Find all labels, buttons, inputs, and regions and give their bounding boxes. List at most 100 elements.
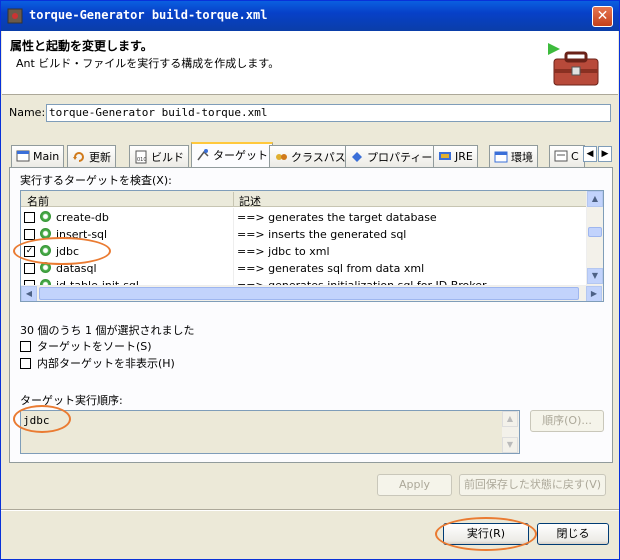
tab-label: クラスパス [291,151,346,164]
tab-label: プロパティー [367,151,433,164]
order-button[interactable]: 順序(O)... [530,410,604,432]
tab-classpath[interactable]: クラスパス [269,145,351,167]
classpath-icon [276,154,287,160]
tab-targets[interactable]: ターゲット [191,142,273,168]
target-name: jdbc [56,245,80,258]
table-horizontal-scrollbar[interactable]: ◀ ▶ [21,285,603,301]
title-bar: torque-Generator build-torque.xml ✕ [1,1,619,31]
header-title: 属性と起動を変更します。 [10,39,153,53]
scroll-down-button[interactable]: ▼ [587,268,603,284]
scroll-right-button[interactable]: ▶ [586,286,602,301]
ant-toolbox-icon [548,43,599,86]
scroll-down-button: ▼ [502,437,518,453]
svg-text:010: 010 [137,157,147,163]
column-divider [233,208,234,225]
refresh-icon [73,152,84,162]
build-icon: 010 [135,150,147,164]
tab-refresh[interactable]: 更新 [67,145,116,167]
table-row[interactable]: create-db ==> generates the target datab… [21,208,587,225]
tab-properties[interactable]: プロパティー [345,145,438,167]
tab-jre[interactable]: JRE [433,145,478,167]
execution-order-label: ターゲット実行順序: [20,394,123,407]
target-description: ==> generates sql from data xml [237,262,425,275]
header-description: Ant ビルド・ファイルを実行する構成を作成します。 [16,57,280,70]
checkbox-box[interactable] [20,358,31,369]
close-button[interactable]: 閉じる [537,523,609,545]
tab-environment[interactable]: 環境 [489,145,538,167]
tab-label: 更新 [89,151,111,164]
target-icon [197,149,209,161]
scroll-up-button: ▲ [502,411,518,427]
scrollbar-thumb[interactable] [39,287,579,300]
targets-panel: 実行するターゲットを検査(X): 名前 記述 create-db ==> gen… [9,167,613,463]
scrollbar-thumb[interactable] [588,227,602,237]
table-row[interactable]: datasql ==> generates sql from data xml [21,259,587,276]
tab-label: C [571,150,579,163]
tab-main[interactable]: Main [11,145,65,167]
target-description: ==> inserts the generated sql [237,228,407,241]
selection-count: 30 個のうち 1 個が選択されました [20,324,195,337]
order-scrollbar: ▲ ▼ [502,411,519,453]
tab-common[interactable]: C [549,145,585,167]
tab-label: ビルド [151,151,184,164]
close-window-button[interactable]: ✕ [592,6,613,27]
target-icon [40,245,51,256]
tab-scroll-left-button[interactable]: ◀ [583,146,597,162]
target-checkbox-checked[interactable]: ✓ [24,246,35,257]
tab-label: JRE [455,150,473,163]
tab-label: ターゲット [213,149,268,162]
properties-icon [352,152,362,162]
target-checkbox[interactable] [24,212,35,223]
column-divider [233,259,234,276]
tab-label: Main [33,150,60,163]
tab-scroll-right-button[interactable]: ▶ [598,146,612,162]
sort-targets-checkbox[interactable]: ターゲットをソート(S) [20,338,152,354]
tab-label: 環境 [511,151,533,164]
name-row: Name: torque-Generator build-torque.xml [9,104,611,122]
target-icon [40,228,51,239]
sort-targets-label: ターゲットをソート(S) [37,340,152,353]
table-row[interactable]: insert-sql ==> inserts the generated sql [21,225,587,242]
target-checkbox[interactable] [24,263,35,274]
target-name: datasql [56,262,97,275]
column-header-description[interactable]: 記述 [239,193,261,209]
target-name: create-db [56,211,109,224]
dialog-header: 属性と起動を変更します。 Ant ビルド・ファイルを実行する構成を作成します。 [2,31,618,95]
revert-button[interactable]: 前回保存した状態に戻す(V) [459,474,606,496]
name-label: Name: [9,106,46,119]
targets-check-label: 実行するターゲットを検査(X): [20,174,172,187]
column-divider [233,225,234,242]
target-description: ==> jdbc to xml [237,245,330,258]
jre-icon [439,152,451,160]
run-button[interactable]: 実行(R) [443,523,529,545]
table-header: 名前 記述 [21,191,587,209]
apply-button[interactable]: Apply [377,474,452,496]
table-vertical-scrollbar[interactable]: ▲ ▼ [586,191,603,285]
table-row[interactable]: ✓ jdbc ==> jdbc to xml [21,242,587,259]
hide-internal-checkbox[interactable]: 内部ターゲットを非表示(H) [20,355,175,371]
separator [1,509,619,511]
ant-app-icon [7,8,23,24]
column-divider [233,242,234,259]
scroll-left-button[interactable]: ◀ [21,286,37,301]
target-icon [40,211,51,222]
execution-order-value: jdbc [23,414,50,427]
name-input[interactable]: torque-Generator build-torque.xml [46,104,611,122]
tab-bar: Main 更新 010 ビルド ターゲット クラスパス プロパティー JRE 環境… [9,142,613,168]
column-header-name[interactable]: 名前 [27,193,49,209]
target-checkbox[interactable] [24,229,35,240]
target-description: ==> generates the target database [237,211,437,224]
main-icon [16,150,30,162]
execution-order-box: jdbc ▲ ▼ [20,410,520,454]
environment-icon [494,151,508,163]
window-title: torque-Generator build-torque.xml [29,8,268,22]
tab-build[interactable]: 010 ビルド [129,145,189,167]
target-name: insert-sql [56,228,108,241]
target-icon [40,262,51,273]
targets-table: 名前 記述 create-db ==> generates the target… [20,190,604,302]
scroll-up-button[interactable]: ▲ [587,191,603,207]
hide-internal-label: 内部ターゲットを非表示(H) [37,357,175,370]
checkbox-box[interactable] [20,341,31,352]
column-divider[interactable] [233,192,234,206]
common-icon [554,150,568,162]
